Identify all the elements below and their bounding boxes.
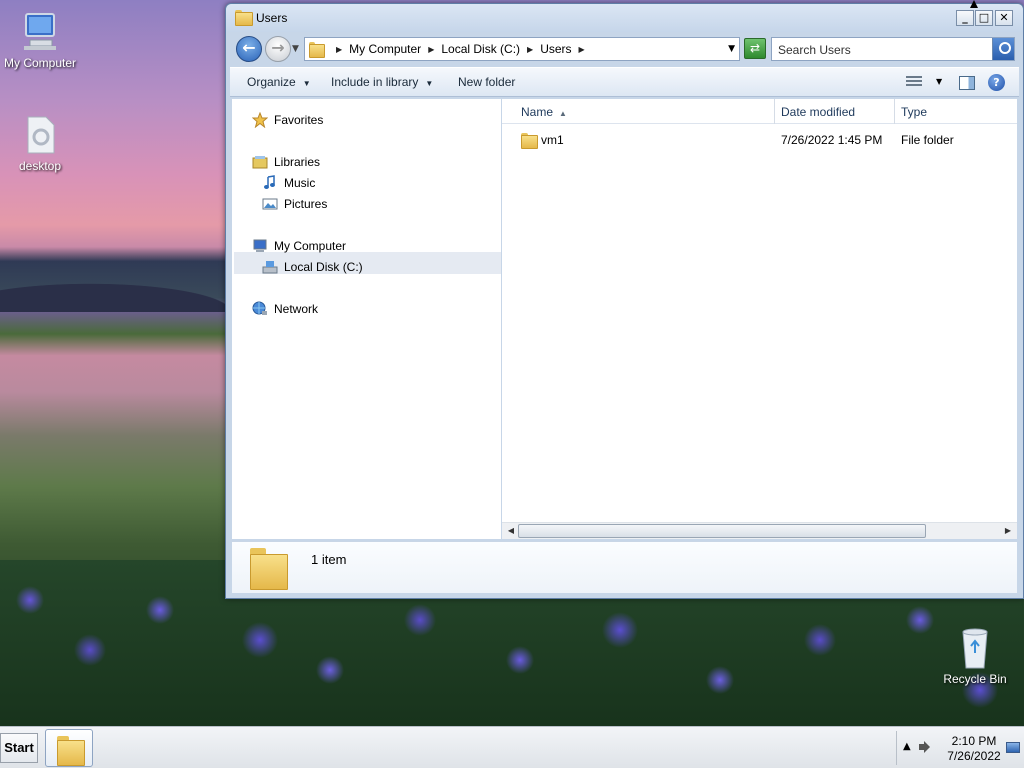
command-bar: Organize ▼ Include in library ▼ New folder… — [230, 67, 1019, 97]
file-list[interactable]: Name ▲ Date modified Type vm1 7/26/2022 1… — [502, 99, 1017, 539]
breadcrumb-users[interactable]: Users — [540, 42, 571, 56]
clock[interactable]: 2:10 PM 7/26/2022 — [941, 734, 1007, 764]
scroll-right-icon[interactable]: ▶ — [1001, 525, 1015, 537]
nav-item-network[interactable]: Network — [252, 301, 318, 317]
volume-icon[interactable] — [919, 740, 933, 754]
column-header-date-modified[interactable]: Date modified — [775, 99, 895, 124]
breadcrumb-chevron-icon[interactable]: ▶ — [428, 45, 434, 54]
document-icon — [18, 113, 62, 157]
picture-icon — [262, 196, 278, 212]
new-folder-button[interactable]: New folder — [458, 75, 515, 89]
start-button[interactable]: Start — [0, 733, 38, 763]
breadcrumb-my-computer[interactable]: My Computer — [349, 42, 421, 56]
address-bar[interactable]: ▶ My Computer ▶ Local Disk (C:) ▶ Users … — [304, 37, 740, 61]
nav-item-music[interactable]: Music — [262, 175, 315, 191]
refresh-button[interactable]: ⇄ — [744, 38, 766, 59]
folder-icon — [57, 736, 85, 766]
column-header-type[interactable]: Type — [895, 99, 1017, 124]
window-title: Users — [256, 11, 288, 25]
taskbar-explorer-button[interactable] — [45, 729, 93, 767]
show-desktop-icon[interactable] — [1006, 742, 1020, 753]
music-note-icon — [262, 175, 278, 191]
wallpaper-hills — [0, 262, 230, 312]
nav-item-favorites[interactable]: Favorites — [251, 111, 323, 129]
hard-drive-icon — [262, 259, 278, 275]
mouse-cursor-icon — [970, 0, 978, 8]
column-headers: Name ▲ Date modified Type — [502, 99, 1017, 124]
desktop-icon-recycle-bin[interactable]: Recycle Bin — [935, 626, 1015, 686]
change-view-icon[interactable] — [906, 76, 922, 88]
taskbar: Start ▲ 2:10 PM 7/26/2022 — [0, 726, 1024, 768]
desktop-icon-my-computer[interactable]: My Computer — [0, 10, 80, 70]
breadcrumb-chevron-icon[interactable]: ▶ — [527, 45, 533, 54]
breadcrumb: ▶ My Computer ▶ Local Disk (C:) ▶ Users … — [329, 42, 592, 56]
nav-item-pictures[interactable]: Pictures — [262, 196, 327, 212]
folder-icon — [521, 133, 538, 149]
show-hidden-icons-icon[interactable]: ▲ — [903, 741, 911, 752]
include-in-library-button[interactable]: Include in library ▼ — [331, 75, 433, 89]
folder-icon — [235, 10, 253, 26]
search-icon[interactable] — [992, 38, 1014, 60]
view-options-dropdown-icon[interactable]: ▼ — [936, 77, 942, 86]
nav-item-my-computer[interactable]: My Computer — [252, 238, 346, 254]
computer-icon — [18, 10, 62, 54]
recent-pages-dropdown-icon[interactable]: ▼ — [292, 44, 299, 54]
chevron-down-icon: ▼ — [302, 79, 311, 88]
breadcrumb-chevron-icon[interactable]: ▶ — [336, 45, 342, 54]
minimize-button[interactable]: _ — [956, 10, 974, 26]
computer-icon — [252, 238, 268, 254]
close-button[interactable]: ✕ — [995, 10, 1013, 26]
folder-icon — [250, 548, 288, 590]
desktop-icon-desktop[interactable]: desktop — [0, 113, 80, 173]
title-bar[interactable]: Users _ □ ✕ — [226, 4, 1023, 32]
nav-item-libraries[interactable]: Libraries — [252, 154, 320, 170]
scrollbar-thumb[interactable] — [518, 524, 926, 538]
forward-button[interactable]: → — [265, 36, 291, 62]
scroll-left-icon[interactable]: ◀ — [504, 525, 518, 537]
nav-item-local-disk[interactable]: Local Disk (C:) — [262, 259, 363, 275]
details-pane: 1 item — [232, 541, 1017, 593]
notification-area: ▲ 2:10 PM 7/26/2022 — [896, 731, 1024, 765]
address-row: ← → ▼ ▶ My Computer ▶ Local Disk (C:) ▶ … — [232, 34, 1019, 64]
address-dropdown-icon[interactable]: ▼ — [728, 44, 735, 54]
chevron-down-icon: ▼ — [425, 79, 434, 88]
sort-ascending-icon: ▲ — [559, 109, 567, 118]
folder-icon — [309, 42, 325, 58]
back-button[interactable]: ← — [236, 36, 262, 62]
column-header-name[interactable]: Name ▲ — [502, 99, 775, 124]
breadcrumb-chevron-icon[interactable]: ▶ — [579, 45, 585, 54]
breadcrumb-local-disk[interactable]: Local Disk (C:) — [441, 42, 520, 56]
table-row[interactable]: vm1 7/26/2022 1:45 PM File folder — [502, 129, 1017, 151]
explorer-window[interactable]: Users _ □ ✕ ← → ▼ ▶ My Computer ▶ Local … — [225, 3, 1024, 599]
preview-pane-icon[interactable] — [959, 76, 975, 90]
star-icon — [251, 111, 269, 129]
maximize-button[interactable]: □ — [975, 10, 993, 26]
organize-button[interactable]: Organize ▼ — [247, 75, 311, 89]
search-input[interactable]: Search Users — [771, 37, 1015, 61]
horizontal-scrollbar[interactable]: ◀ ▶ — [502, 522, 1017, 539]
library-icon — [252, 154, 268, 170]
item-count: 1 item — [311, 552, 347, 567]
recycle-bin-icon — [953, 626, 997, 670]
navigation-pane: Favorites Libraries Music Pictures My Co… — [232, 99, 501, 539]
help-icon[interactable]: ? — [988, 74, 1005, 91]
network-icon — [252, 301, 268, 317]
